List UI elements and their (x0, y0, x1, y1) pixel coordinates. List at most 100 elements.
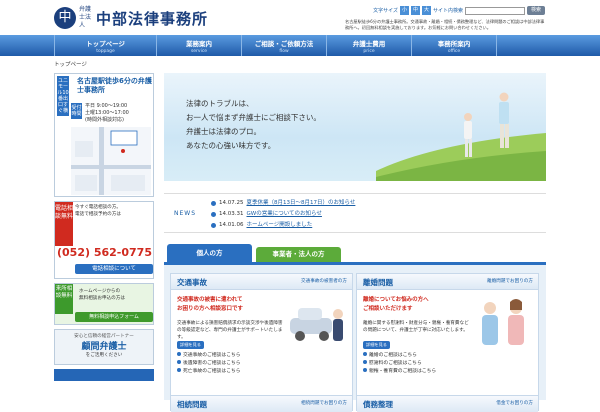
bullet-icon (363, 352, 367, 356)
card-link[interactable]: 相続問題でお困りの方 (301, 400, 347, 406)
card-sub-1: 交通事故の被害に遭われて (177, 297, 243, 303)
news-link[interactable]: GWの営業についてのお知らせ (247, 209, 322, 220)
logo-mark-icon: 中 (54, 7, 76, 29)
news-date: 14.03.31 (219, 211, 244, 217)
hours-label: 受付時間 (71, 103, 82, 119)
hours-weekday: 平日 9:00〜19:00 (85, 103, 128, 109)
list-item-label: 親権・養育費のご相談はこちら (369, 369, 437, 374)
breadcrumb: トップページ (54, 62, 87, 68)
font-size-medium-button[interactable]: 中 (410, 6, 420, 15)
card-link[interactable]: 交通事故の被害者の方 (301, 278, 347, 284)
hero-banner: 法律のトラブルは、 お一人で悩まず弁護士にご相談下さい。 弁護士は法律のプロ。 … (164, 73, 546, 181)
phone-number[interactable]: (052) 562-0775 (57, 246, 152, 259)
list-item-label: 交通事故のご相談はこちら (183, 353, 241, 358)
detail-button[interactable]: 詳細を見る (363, 341, 390, 349)
search-button[interactable]: 検索 (526, 6, 545, 15)
news-link[interactable]: ホームページ開設しました (247, 220, 313, 231)
bullet-icon (211, 212, 216, 217)
card-debt: 債務整理 借金でお困りの方 (356, 395, 539, 412)
service-panel: 交通事故 交通事故の被害者の方 交通事故の被害に遭われて お困りの方へ相談窓口で… (164, 262, 546, 412)
card-sub-1: 離婚についてお悩みの方へ (363, 297, 429, 303)
site-description: 名古屋駅徒歩6分の弁護士事務所。交通事故・離婚・相続・債務整理など、法律問題のご… (345, 19, 545, 30)
card-traffic-accident: 交通事故 交通事故の被害者の方 交通事故の被害に遭われて お困りの方へ相談窓口で… (170, 273, 353, 399)
list-item[interactable]: 後遺障害のご相談はこちら (177, 360, 241, 368)
news-section: NEWS 14.07.25 夏季休業（8月13日〜8月17日）のお知らせ 14.0… (164, 193, 546, 233)
bullet-icon (211, 223, 216, 228)
hero-line-4: あなたの心強い味方です。 (186, 141, 276, 150)
nav-item-flow[interactable]: ご相談・ご依頼方法 flow (242, 35, 327, 56)
access-map-box[interactable]: ユニモール10番出口すぐ横 名古屋駅徒歩6分の弁護士事務所 受付時間 平日 9:… (54, 73, 154, 197)
bullet-icon (211, 201, 216, 206)
hero-line-2: お一人で悩まず弁護士にご相談下さい。 (186, 113, 321, 122)
bullet-icon (363, 360, 367, 364)
list-item[interactable]: 交通事故のご相談はこちら (177, 352, 241, 360)
tab-business[interactable]: 事業者・法人の方 (256, 247, 341, 262)
tel-consult-button[interactable]: 電話相談について (75, 264, 153, 274)
card-body: 交通事故による損害賠償請求の示談交渉や後遺障害の等級認定など、専門の弁護士がサポ… (177, 321, 283, 340)
web-text-1: ホームページからの (79, 289, 121, 294)
map-icon (71, 127, 151, 195)
car-accident-icon (290, 308, 343, 341)
bullet-icon (177, 368, 181, 372)
news-item[interactable]: 14.03.31 GWの営業についてのお知らせ (211, 209, 355, 220)
detail-button[interactable]: 詳細を見る (177, 341, 204, 349)
nav-item-price[interactable]: 弁護士費用 price (327, 35, 412, 56)
news-date: 14.01.06 (219, 222, 244, 228)
advisor-title: 顧問弁護士 (81, 342, 127, 352)
consult-form-button[interactable]: 無料相談申込フォーム (75, 312, 153, 322)
nav-item-service[interactable]: 業務案内 service (157, 35, 242, 56)
web-text-2: 無料相談お申込の方は (79, 296, 125, 301)
hero-line-1: 法律のトラブルは、 (186, 99, 254, 108)
card-divorce: 離婚問題 離婚問題でお困りの方 離婚についてお悩みの方へ ご相談いただけます 離… (356, 273, 539, 399)
nav-label: 業務案内 (186, 40, 212, 48)
news-item[interactable]: 14.07.25 夏季休業（8月13日〜8月17日）のお知らせ (211, 198, 355, 209)
nav-label: 事務所案内 (437, 40, 471, 48)
card-inheritance: 相続問題 相続問題でお困りの方 (170, 395, 353, 412)
hero-line-3: 弁護士は法律のプロ。 (186, 127, 261, 136)
tel-text-2: 電話で相談予約の方は (75, 211, 121, 217)
header-tools: 文字サイズ 小 中 大 サイト内検索 検索 名古屋駅徒歩6分の弁護士事務所。交通… (345, 6, 545, 36)
tel-text-1: 今すぐ電話相談の方。 (75, 205, 121, 210)
list-item[interactable]: 慰謝料のご相談はこちら (363, 360, 436, 368)
logo[interactable]: 中 弁護士法人 中部法律事務所 (54, 6, 208, 30)
list-item-label: 慰謝料のご相談はこちら (369, 361, 422, 366)
bullet-icon (363, 368, 367, 372)
nav-item-office[interactable]: 事務所案内 office (412, 35, 497, 56)
site-search-label: サイト内検索 (432, 8, 463, 14)
list-item[interactable]: 死亡事故のご相談はこちら (177, 368, 241, 376)
card-sub-2: お困りの方へ相談窓口です (177, 306, 244, 312)
hours-note: (時間外相談対応) (85, 117, 124, 123)
card-link[interactable]: 離婚問題でお困りの方 (487, 278, 533, 284)
font-size-large-button[interactable]: 大 (421, 6, 431, 15)
news-link[interactable]: 夏季休業（8月13日〜8月17日）のお知らせ (247, 198, 356, 209)
logo-name: 中部法律事務所 (96, 9, 209, 28)
card-body: 離婚に関する慰謝料・財産分与・親権・養育費などの問題について、弁護士が丁寧に対応… (363, 321, 469, 333)
nav-item-toppage[interactable]: トップページ toppage (54, 35, 157, 56)
bullet-icon (177, 352, 181, 356)
advisor-banner[interactable]: 安心と信頼の経営パートナー 顧問弁護士 をご活用ください (54, 329, 154, 365)
nav-label: トップページ (86, 40, 125, 48)
list-item-label: 後遺障害のご相談はこちら (183, 361, 241, 366)
bullet-icon (177, 360, 181, 364)
tab-individual[interactable]: 個人の方 (167, 244, 252, 262)
nav-sublabel: toppage (96, 49, 115, 54)
font-size-small-button[interactable]: 小 (399, 6, 409, 15)
card-title: 離婚問題 (363, 278, 393, 287)
exit-ribbon: ユニモール10番出口すぐ横 (57, 76, 69, 116)
nav-label: ご相談・ご依頼方法 (254, 40, 314, 48)
list-item[interactable]: 離婚のご相談はこちら (363, 352, 436, 360)
couple-icon (482, 299, 524, 345)
card-link[interactable]: 借金でお困りの方 (496, 400, 533, 406)
nav-sublabel: flow (279, 49, 289, 54)
list-item-label: 離婚のご相談はこちら (369, 353, 417, 358)
tel-box: 電話相談無料 今すぐ電話相談の方。 電話で相談予約の方は (052) 562-0… (54, 201, 154, 279)
list-item[interactable]: 親権・養育費のご相談はこちら (363, 368, 436, 376)
search-input[interactable] (464, 6, 525, 15)
card-title: 相続問題 (177, 400, 207, 409)
hero-people-icon (376, 92, 546, 181)
card-title: 交通事故 (177, 278, 207, 287)
sidebar-heading-bar (54, 369, 154, 381)
sidebar: ユニモール10番出口すぐ横 名古屋駅徒歩6分の弁護士事務所 受付時間 平日 9:… (54, 73, 154, 381)
news-item[interactable]: 14.01.06 ホームページ開設しました (211, 220, 355, 231)
hours-saturday: 土曜13:00〜17:00 (85, 110, 129, 116)
